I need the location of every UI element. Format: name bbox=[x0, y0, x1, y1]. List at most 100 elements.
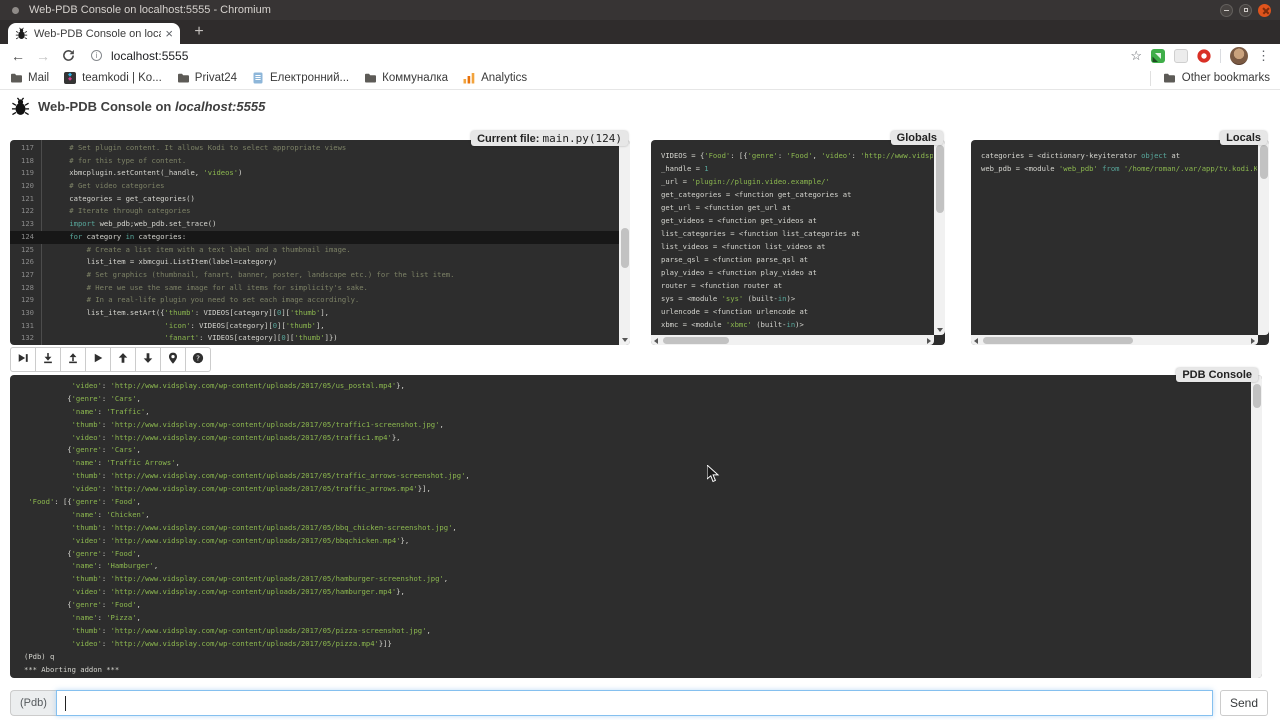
browser-menu-icon[interactable]: ⋮ bbox=[1257, 48, 1270, 64]
line-number: 126 bbox=[10, 256, 41, 269]
globals-vertical-scrollbar[interactable] bbox=[934, 140, 945, 335]
globals-tag: Globals bbox=[891, 131, 943, 145]
bookmark-item[interactable]: Privat24 bbox=[177, 72, 237, 84]
extension-red-icon[interactable] bbox=[1197, 49, 1211, 63]
globals-line: parse_qsl = <function parse_qsl at 0x7f9… bbox=[661, 253, 933, 266]
locals-panel: Locals categories = <dictionary-keyitera… bbox=[971, 140, 1269, 345]
scrollbar-thumb[interactable] bbox=[1260, 145, 1268, 179]
line-number: 117 bbox=[10, 142, 41, 155]
globals-line: _url = 'plugin://plugin.video.example/' bbox=[661, 175, 933, 188]
console-vertical-scrollbar[interactable] bbox=[1251, 375, 1262, 678]
bookmark-star-icon[interactable]: ☆ bbox=[1130, 48, 1142, 64]
other-bookmarks[interactable]: Other bookmarks bbox=[1150, 71, 1270, 86]
bookmark-item[interactable]: Analytics bbox=[463, 72, 527, 84]
code-line: 118 # for this type of content. bbox=[10, 155, 619, 168]
bookmark-item[interactable]: teamkodi | Ko... bbox=[64, 72, 162, 84]
down-button[interactable] bbox=[135, 347, 161, 372]
bookmark-item[interactable]: Коммуналка bbox=[364, 72, 448, 84]
scrollbar-thumb[interactable] bbox=[983, 337, 1133, 344]
document-favicon-icon bbox=[252, 72, 265, 84]
code-line: 123 import web_pdb;web_pdb.set_trace() bbox=[10, 218, 619, 231]
line-number: 132 bbox=[10, 332, 41, 345]
line-number: 119 bbox=[10, 167, 41, 180]
browser-tab[interactable]: Web-PDB Console on loca × bbox=[8, 23, 180, 44]
up-button[interactable] bbox=[110, 347, 136, 372]
scrollbar-down-arrow[interactable] bbox=[622, 338, 628, 342]
globals-line: play_video = <function play_video at 0x7… bbox=[661, 266, 933, 279]
scrollbar-left-arrow[interactable] bbox=[974, 338, 978, 344]
locals-vertical-scrollbar[interactable] bbox=[1258, 140, 1269, 335]
command-input[interactable] bbox=[56, 690, 1213, 716]
back-icon[interactable]: ← bbox=[11, 49, 25, 63]
page-info-icon[interactable]: i bbox=[91, 50, 102, 61]
window-title: Web-PDB Console on localhost:5555 - Chro… bbox=[29, 4, 271, 16]
forward-icon[interactable]: → bbox=[36, 49, 50, 63]
scrollbar-thumb[interactable] bbox=[663, 337, 729, 344]
scrollbar-left-arrow[interactable] bbox=[654, 338, 658, 344]
bookmark-label: Електронний... bbox=[270, 72, 349, 84]
scrollbar-thumb[interactable] bbox=[621, 228, 629, 268]
bookmark-label: Коммуналка bbox=[382, 72, 448, 84]
console-line: (Pdb) q bbox=[24, 651, 1248, 664]
scrollbar-thumb[interactable] bbox=[936, 145, 944, 213]
kodi-favicon-icon bbox=[64, 72, 77, 84]
globals-panel: Globals VIDEOS = {'Food': [{'genre': 'Fo… bbox=[651, 140, 945, 345]
bookmark-item[interactable]: Електронний... bbox=[252, 72, 349, 84]
bookmark-item[interactable]: Mail bbox=[10, 72, 49, 84]
line-number: 122 bbox=[10, 205, 41, 218]
maximize-button[interactable] bbox=[1239, 4, 1252, 17]
extension-green-icon[interactable] bbox=[1151, 49, 1165, 63]
scrollbar-right-arrow[interactable] bbox=[927, 338, 931, 344]
help-button[interactable]: ? bbox=[185, 347, 211, 372]
text-caret bbox=[65, 696, 67, 711]
close-button[interactable] bbox=[1258, 4, 1271, 17]
console-line: 'thumb': 'http://www.vidsplay.com/wp-con… bbox=[24, 625, 1248, 638]
page-header: Web-PDB Console on localhost:5555 bbox=[11, 97, 265, 116]
continue-button[interactable] bbox=[85, 347, 111, 372]
console-line: 'thumb': 'http://www.vidsplay.com/wp-con… bbox=[24, 573, 1248, 586]
code-lines: 117 # Set plugin content. It allows Kodi… bbox=[10, 142, 619, 345]
step-out-icon bbox=[67, 352, 79, 367]
step-next-icon bbox=[17, 352, 29, 367]
send-button[interactable]: Send bbox=[1220, 690, 1268, 716]
line-number: 120 bbox=[10, 180, 41, 193]
globals-line: xbmc = <module 'xbmc' (built-in)> bbox=[661, 318, 933, 331]
console-line: 'Food': [{'genre': 'Food', bbox=[24, 496, 1248, 509]
code-line: 121 categories = get_categories() bbox=[10, 193, 619, 206]
page-title-host: localhost:5555 bbox=[175, 99, 265, 114]
locals-horizontal-scrollbar[interactable] bbox=[971, 335, 1258, 345]
step-next-button[interactable] bbox=[10, 347, 36, 372]
minimize-button[interactable] bbox=[1220, 4, 1233, 17]
globals-horizontal-scrollbar[interactable] bbox=[651, 335, 934, 345]
folder-icon bbox=[10, 72, 23, 84]
tab-strip: Web-PDB Console on loca × + bbox=[0, 20, 1280, 44]
reload-icon[interactable] bbox=[62, 49, 75, 62]
locals-lines: categories = <dictionary-keyiterator obj… bbox=[981, 149, 1257, 334]
scrollbar-down-arrow[interactable] bbox=[937, 328, 943, 332]
tab-title: Web-PDB Console on loca bbox=[34, 28, 161, 40]
scrollbar-thumb[interactable] bbox=[1253, 384, 1261, 408]
console-line: {'genre': 'Cars', bbox=[24, 444, 1248, 457]
extension-gray-icon[interactable] bbox=[1174, 49, 1188, 63]
new-tab-button[interactable]: + bbox=[188, 24, 210, 41]
bookmark-label: Mail bbox=[28, 72, 49, 84]
where-button[interactable] bbox=[160, 347, 186, 372]
step-out-button[interactable] bbox=[60, 347, 86, 372]
where-icon bbox=[167, 352, 179, 367]
console-line: 'thumb': 'http://www.vidsplay.com/wp-con… bbox=[24, 419, 1248, 432]
page-title: Web-PDB Console on localhost:5555 bbox=[38, 99, 265, 114]
tab-close-icon[interactable]: × bbox=[165, 27, 173, 40]
address-bar[interactable]: i localhost:5555 bbox=[91, 49, 188, 63]
folder-icon bbox=[177, 72, 190, 84]
profile-avatar[interactable] bbox=[1230, 47, 1248, 65]
line-number: 123 bbox=[10, 218, 41, 231]
console-line: 'thumb': 'http://www.vidsplay.com/wp-con… bbox=[24, 522, 1248, 535]
code-line: 119 xbmcplugin.setContent(_handle, 'vide… bbox=[10, 167, 619, 180]
scrollbar-right-arrow[interactable] bbox=[1251, 338, 1255, 344]
window-icon bbox=[12, 7, 19, 14]
bookmark-label: Analytics bbox=[481, 72, 527, 84]
step-into-button[interactable] bbox=[35, 347, 61, 372]
code-vertical-scrollbar[interactable] bbox=[619, 140, 630, 345]
globals-line: _handle = 1 bbox=[661, 162, 933, 175]
bookmarks-list: Mail teamkodi | Ko... Privat24 Електронний.… bbox=[0, 72, 527, 84]
